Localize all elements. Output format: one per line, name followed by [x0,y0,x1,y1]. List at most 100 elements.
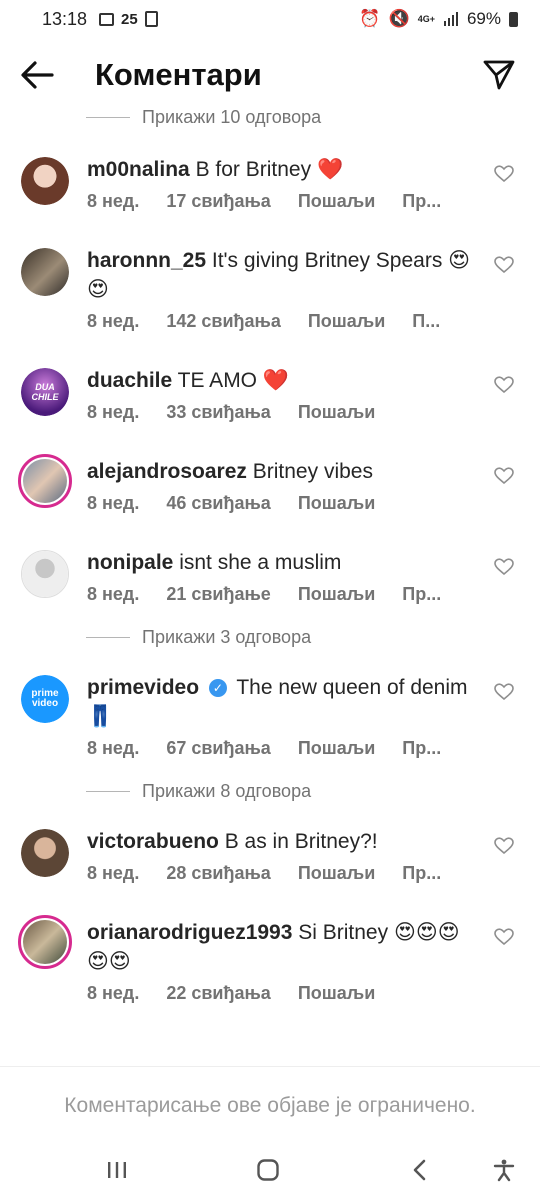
comment-age: 8 нед. [87,493,140,513]
comment-username[interactable]: orianarodriguez1993 [87,921,292,944]
comment-username[interactable]: primevideo [87,676,199,699]
avatar-story-ring[interactable] [18,454,72,508]
alarm-icon: ⏰ [359,9,381,28]
avatar[interactable] [21,829,69,877]
view-replies-label: Прикажи 8 одговора [142,780,312,801]
like-heart-icon[interactable] [494,683,514,701]
send-button[interactable]: Пошаљи [298,738,375,759]
avatar[interactable] [21,157,69,205]
comment-username[interactable]: alejandrosoarez [87,460,247,483]
comment-username[interactable]: victorabueno [87,830,219,853]
view-replies-button[interactable]: Прикажи 8 одговора [0,773,540,809]
comment-text: TE AMO ❤️ [177,369,289,392]
view-replies-button[interactable]: Прикажи 3 одговора [0,619,540,655]
comment-age: 8 нед. [87,983,140,1003]
send-button[interactable]: Пошаљи [298,863,375,884]
view-replies-label: Прикажи 3 одговора [142,626,312,647]
more-button[interactable]: П... [412,311,440,332]
more-button[interactable]: Пр... [402,584,441,605]
comment-meta: 8 нед. 22 свиђања Пошаљи [87,983,480,1004]
comment-likes[interactable]: 67 свиђања [166,738,271,759]
vibrate-icon [144,11,158,27]
comment-body: duachile TE AMO ❤️ [87,366,480,395]
comment-item: orianarodriguez1993 Si Britney 😍😍😍😍😍 8 н… [0,915,540,1004]
avatar-label: DUA CHILE [21,368,69,416]
avatar-story-ring[interactable] [18,915,72,969]
comment-age: 8 нед. [87,584,140,604]
comment-age: 8 нед. [87,863,140,883]
like-heart-icon[interactable] [494,558,514,576]
comment-body: victorabueno B as in Britney?! [87,827,480,856]
comment-likes[interactable]: 22 свиђања [166,983,271,1004]
avatar[interactable] [21,550,69,598]
mute-icon: 🔇 [388,9,410,28]
network-type: 4G+ [417,14,435,24]
comment-likes[interactable]: 17 свиђања [166,191,271,212]
comment-item: nonipale isnt she a muslim 8 нед. 21 сви… [0,548,540,605]
more-button[interactable]: Пр... [402,738,441,759]
comment-likes[interactable]: 33 свиђања [166,402,271,423]
like-heart-icon[interactable] [494,928,514,946]
view-replies-button[interactable]: Прикажи 10 одговора [0,100,540,135]
comment-likes[interactable]: 46 свиђања [166,493,271,514]
comment-body: haronnn_25 It's giving Britney Spears 😍😍 [87,246,480,304]
comment-meta: 8 нед. 46 свиђања Пошаљи [87,493,480,514]
avatar-label: prime video [21,675,69,723]
comments-restricted-notice: Коментарисање ове објаве је ограничено. [0,1066,540,1144]
back-icon[interactable] [408,1158,432,1182]
comment-text: isnt she a muslim [179,551,342,574]
like-heart-icon[interactable] [494,256,514,274]
comment-text: B for Britney ❤️ [195,158,344,181]
notification-count: 25 [121,10,138,28]
like-heart-icon[interactable] [494,165,514,183]
comment-body: nonipale isnt she a muslim [87,548,480,577]
comment-username[interactable]: nonipale [87,551,173,574]
like-heart-icon[interactable] [494,467,514,485]
verified-badge-icon: ✓ [208,679,227,697]
comment-likes[interactable]: 142 свиђања [166,311,281,332]
status-bar: 13:18 25 ⏰ 🔇 4G+ 69% [0,0,540,38]
battery-icon [509,11,518,27]
comment-age: 8 нед. [87,738,140,758]
accessibility-icon[interactable] [492,1158,516,1182]
avatar[interactable]: prime video [21,675,69,723]
comment-item: haronnn_25 It's giving Britney Spears 😍😍… [0,246,540,332]
send-button[interactable]: Пошаљи [298,191,375,212]
comment-meta: 8 нед. 28 свиђања Пошаљи Пр... [87,863,480,884]
like-heart-icon[interactable] [494,376,514,394]
battery-percent: 69% [466,9,501,28]
more-button[interactable]: Пр... [402,191,441,212]
comment-likes[interactable]: 28 свиђања [166,863,271,884]
comment-item: alejandrosoarez Britney vibes 8 нед. 46 … [0,454,540,514]
comment-item: victorabueno B as in Britney?! 8 нед. 28… [0,827,540,884]
comment-body: m00nalina B for Britney ❤️ [87,155,480,184]
view-replies-label: Прикажи 10 одговора [142,106,322,127]
send-button[interactable]: Пошаљи [298,584,375,605]
send-button[interactable]: Пошаљи [298,983,375,1004]
like-heart-icon[interactable] [494,837,514,855]
status-time: 13:18 [42,8,88,29]
send-button[interactable]: Пошаљи [308,311,385,332]
recent-apps-icon[interactable] [105,1158,129,1182]
status-notifications: 25 [99,11,158,28]
back-arrow-icon[interactable] [20,60,54,90]
comment-age: 8 нед. [87,402,140,422]
comment-username[interactable]: duachile [87,369,172,392]
send-button[interactable]: Пошаљи [298,493,375,514]
comment-username[interactable]: haronnn_25 [87,249,206,272]
avatar[interactable]: DUA CHILE [21,368,69,416]
home-icon[interactable] [256,1158,280,1182]
status-right: ⏰ 🔇 4G+ 69% [359,9,518,29]
comments-list[interactable]: Прикажи 10 одговора m00nalina B for Brit… [0,100,540,1066]
comment-meta: 8 нед. 21 свиђање Пошаљи Пр... [87,584,480,605]
avatar[interactable] [21,248,69,296]
send-button[interactable]: Пошаљи [298,402,375,423]
comment-meta: 8 нед. 33 свиђања Пошаљи [87,402,480,423]
direct-send-icon[interactable] [482,58,516,92]
comment-meta: 8 нед. 67 свиђања Пошаљи Пр... [87,738,480,759]
comment-text: Britney vibes [252,460,373,483]
comment-likes[interactable]: 21 свиђање [166,584,271,605]
comment-item: prime video primevideo ✓ The new queen o… [0,673,540,759]
comment-username[interactable]: m00nalina [87,158,190,181]
more-button[interactable]: Пр... [402,863,441,884]
